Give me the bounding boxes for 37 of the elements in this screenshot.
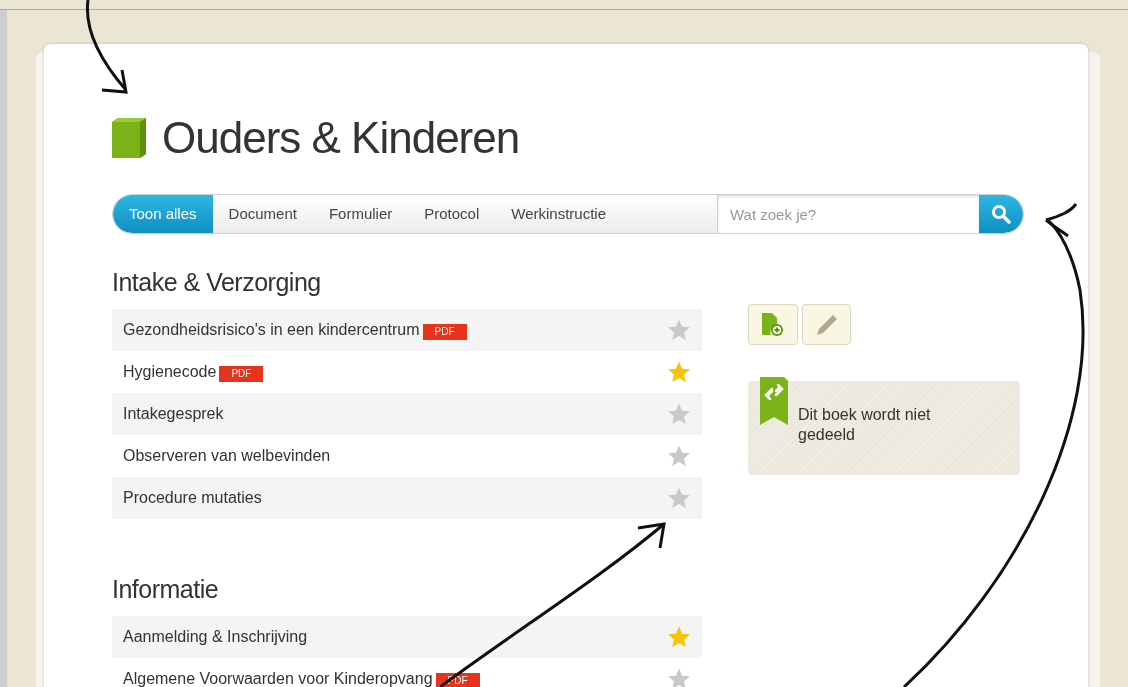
link-ribbon-icon [760,377,788,425]
document-row[interactable]: Aanmelding & Inschrijving [112,616,702,658]
star-icon[interactable] [667,402,691,426]
document-row[interactable]: Intakegesprek [112,393,702,435]
pdf-tag: PDF [219,365,264,382]
star-icon[interactable] [667,667,691,687]
page-title: Ouders & Kinderen [162,116,520,160]
section-heading: Intake & Verzorging [112,270,322,295]
document-title[interactable]: Aanmelding & Inschrijving [123,625,308,649]
add-document-button[interactable] [748,304,798,345]
filter-tab[interactable]: Formulier [312,195,409,233]
document-row[interactable]: Gezondheidsrisico's in een kindercentrum PDF [112,309,702,351]
star-icon[interactable] [667,318,691,342]
document-title[interactable]: Intakegesprek [123,402,224,426]
filter-tab[interactable]: Document [212,195,313,233]
section-heading: Informatie [112,577,220,602]
document-title[interactable]: Algemene Voorwaarden voor Kinderopvang [123,667,433,687]
star-icon[interactable] [667,444,691,468]
filter-tab[interactable]: Protocol [408,195,496,233]
pencil-icon [814,312,839,337]
star-icon[interactable] [667,486,691,510]
document-title[interactable]: Hygienecode [123,360,217,384]
star-icon[interactable] [667,625,691,649]
document-title[interactable]: Gezondheidsrisico's in een kindercentrum [123,318,420,342]
document-title[interactable]: Procedure mutaties [123,486,262,510]
document-title[interactable]: Observeren van welbevinden [123,444,331,468]
book-icon [112,118,146,158]
search-button[interactable] [979,195,1023,233]
pdf-tag: PDF [422,323,467,340]
search-icon [991,204,1011,224]
filter-tab[interactable]: Werkinstructie [495,195,623,233]
edit-button[interactable] [802,304,851,345]
document-row[interactable]: Procedure mutaties [112,477,702,519]
search-field[interactable]: Wat zoek je? [717,195,979,233]
share-status-text: Dit boek wordt niet gedeeld [798,405,932,445]
add-document-icon [762,312,784,337]
star-icon[interactable] [667,360,691,384]
